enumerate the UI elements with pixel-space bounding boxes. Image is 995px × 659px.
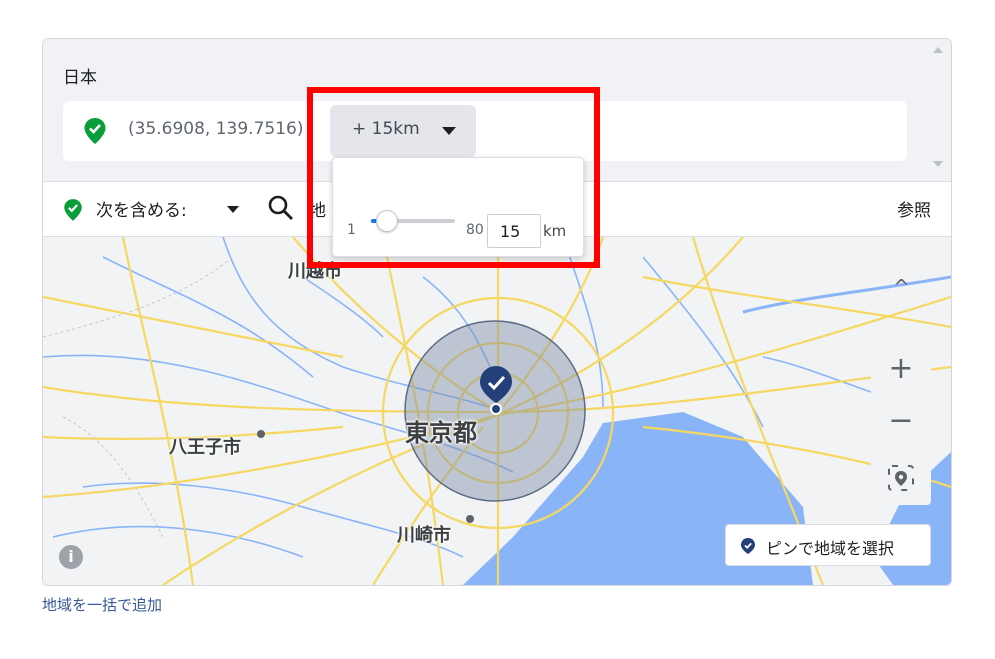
map-label-hachioji: 八王子市 [169, 437, 241, 458]
bulk-add-link[interactable]: 地域を一括で追加 [42, 594, 162, 615]
search-icon [267, 194, 295, 226]
scroll-up-icon[interactable] [933, 47, 943, 53]
select-by-pin-button[interactable]: ピンで地域を選択 [725, 524, 931, 566]
map-label-kawasaki: 川崎市 [397, 525, 451, 546]
zoom-in-button[interactable]: + [871, 351, 931, 386]
my-location-icon[interactable] [871, 463, 931, 497]
info-icon[interactable]: i [59, 545, 83, 569]
pin-check-icon [740, 537, 756, 559]
scroll-down-icon[interactable] [933, 161, 943, 167]
location-pin-icon [83, 117, 107, 149]
highlight-box [307, 87, 600, 268]
location-coordinates: (35.6908, 139.7516) [128, 119, 304, 139]
chevron-up-icon[interactable]: ^ [893, 275, 910, 299]
include-dropdown[interactable]: 次を含める: [96, 196, 187, 221]
browse-link[interactable]: 参照 [897, 196, 931, 221]
select-by-pin-label: ピンで地域を選択 [766, 539, 895, 558]
include-pin-icon [63, 198, 83, 226]
map-label-tokyo: 東京都 [405, 419, 477, 447]
chevron-down-icon[interactable] [227, 206, 239, 213]
map-zoom-controls: + − [871, 345, 931, 505]
zoom-out-button[interactable]: − [871, 403, 931, 438]
country-label: 日本 [63, 68, 97, 88]
map-view[interactable]: 川越市 東京都 八王子市 川崎市 ^ + − ピンで地域を選択 i [43, 237, 951, 585]
